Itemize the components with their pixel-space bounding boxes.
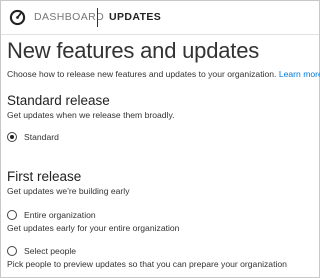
speedometer-icon[interactable] [9, 9, 26, 26]
first-release-title: First release [7, 169, 82, 184]
entire-organization-radio-label: Entire organization [24, 210, 96, 220]
updates-panel: DASHBOARD UPDATES New features and updat… [0, 0, 320, 278]
page-title: New features and updates [7, 38, 260, 63]
page-intro-text: Choose how to release new features and u… [7, 69, 277, 79]
select-people-radio-label: Select people [24, 246, 77, 256]
entire-organization-radio-option[interactable]: Entire organization [7, 209, 96, 221]
select-people-radio-button[interactable] [7, 246, 17, 256]
select-people-description: Pick people to preview updates so that y… [7, 259, 287, 269]
top-nav-bar: DASHBOARD UPDATES [1, 1, 319, 35]
learn-more-link[interactable]: Learn more [279, 69, 320, 79]
nav-divider [97, 8, 98, 27]
first-release-description: Get updates we're building early [7, 186, 130, 196]
entire-organization-description: Get updates early for your entire organi… [7, 223, 180, 233]
nav-dashboard-link[interactable]: DASHBOARD [34, 11, 104, 23]
nav-updates-tab[interactable]: UPDATES [109, 11, 161, 23]
page-intro: Choose how to release new features and u… [7, 69, 320, 79]
entire-organization-radio-button[interactable] [7, 210, 17, 220]
standard-radio-option[interactable]: Standard [7, 131, 59, 143]
standard-release-title: Standard release [7, 93, 110, 108]
standard-radio-label: Standard [24, 132, 59, 142]
standard-radio-button[interactable] [7, 132, 17, 142]
select-people-radio-option[interactable]: Select people [7, 245, 76, 257]
standard-release-description: Get updates when we release them broadly… [7, 110, 175, 120]
